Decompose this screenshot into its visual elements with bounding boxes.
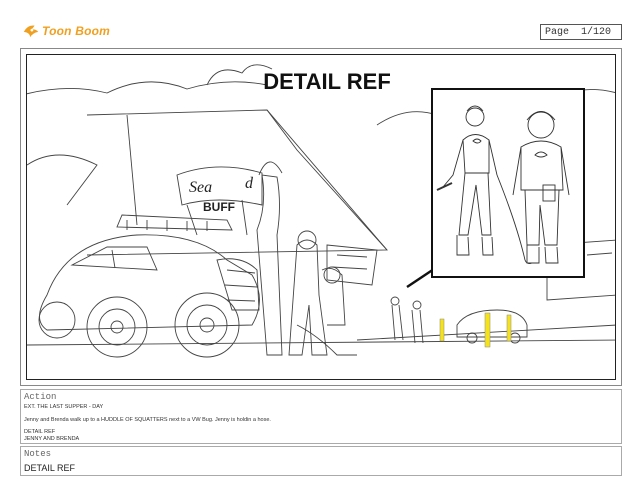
action-text: EXT. THE LAST SUPPER - DAY Jenny and Bre…: [24, 404, 271, 442]
page-label: Page: [545, 26, 570, 38]
action-label: Action: [24, 392, 57, 402]
notes-label: Notes: [24, 449, 52, 459]
yellow-bollard-2: [484, 312, 491, 348]
yellow-bollard-3: [506, 314, 512, 342]
sign-text-d: d: [245, 175, 254, 192]
toon-boom-logo: Toon Boom: [22, 22, 110, 40]
sign-text-sea: Sea: [189, 179, 212, 196]
page-number: 1/120: [581, 26, 612, 38]
storyboard-header: Toon Boom Page 1/120: [0, 0, 640, 48]
action-description: Jenny and Brenda walk up to a HUDDLE OF …: [24, 416, 271, 423]
notes-text: DETAIL REF: [24, 463, 76, 473]
panel-drawing: Sea d BUFF DETAIL REF: [26, 54, 616, 380]
page-indicator: Page 1/120: [540, 24, 622, 40]
logo-text: Toon Boom: [42, 24, 111, 38]
panel-title: DETAIL REF: [263, 69, 391, 94]
panel-illustration: Sea d BUFF DETAIL REF: [27, 64, 615, 358]
sign-text-buff: BUFF: [203, 200, 235, 214]
notes-field[interactable]: Notes DETAIL REF: [20, 446, 622, 476]
storyboard-panel[interactable]: Sea d BUFF DETAIL REF: [20, 48, 622, 386]
action-note-2: JENNY AND BRENDA: [24, 435, 80, 442]
action-field[interactable]: Action EXT. THE LAST SUPPER - DAY Jenny …: [20, 389, 622, 444]
toon-boom-logo-icon: [23, 25, 39, 38]
yellow-bollard-1: [439, 318, 445, 342]
detail-inset: [431, 88, 585, 278]
